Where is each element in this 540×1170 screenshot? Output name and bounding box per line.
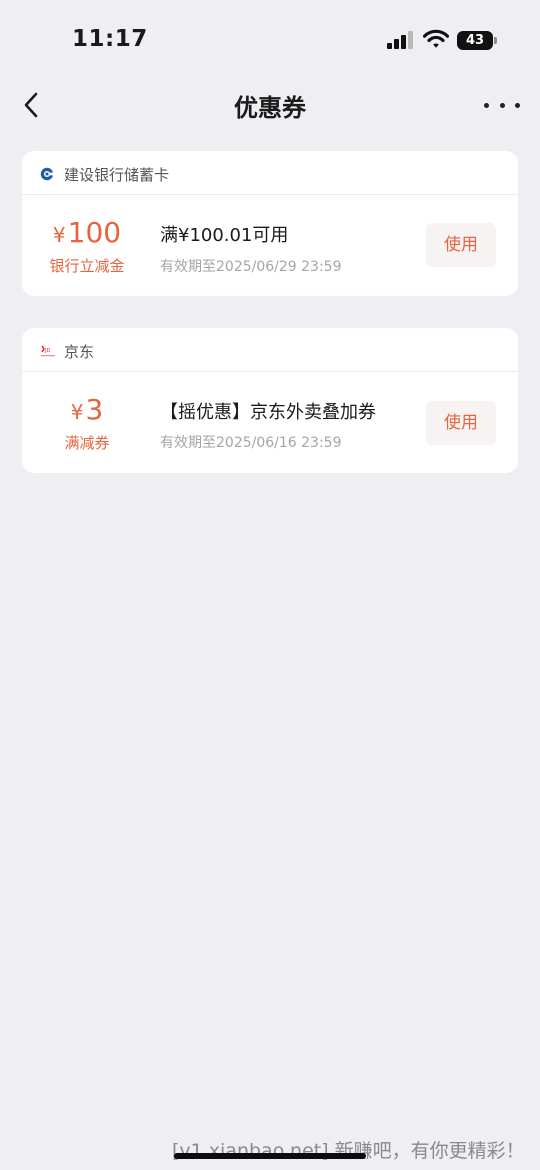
coupon-card-header: JD 京东 xyxy=(22,328,518,372)
coupon-card: 建设银行储蓄卡 ¥100 银行立减金 满¥100.01可用 有效期至2025/0… xyxy=(22,151,518,296)
home-indicator xyxy=(174,1153,366,1159)
coupon-amount: ¥3 xyxy=(38,394,136,428)
coupon-amount-block: ¥100 银行立减金 xyxy=(38,217,136,276)
coupon-type-label: 银行立减金 xyxy=(49,257,125,275)
nav-bar: 优惠券 xyxy=(0,80,540,130)
amount-value: 100 xyxy=(67,216,122,249)
coupon-amount: ¥100 xyxy=(38,217,136,251)
coupon-title: 满¥100.01可用 xyxy=(160,225,289,246)
battery-icon: 43 xyxy=(457,31,497,50)
currency-symbol: ¥ xyxy=(52,223,66,247)
merchant-name: 建设银行储蓄卡 xyxy=(64,166,170,184)
coupon-card: JD 京东 ¥3 满减券 【摇优惠】京东外卖叠加券 有效期至2025/06/16… xyxy=(22,328,518,473)
page-title: 优惠券 xyxy=(234,94,306,122)
more-horizontal-icon xyxy=(484,102,489,108)
svg-text:JD: JD xyxy=(44,348,50,354)
currency-symbol: ¥ xyxy=(70,400,84,424)
battery-level: 43 xyxy=(465,33,485,48)
coupon-expiry: 有效期至2025/06/29 23:59 xyxy=(160,259,342,275)
merchant-name: 京东 xyxy=(64,343,95,361)
more-button[interactable] xyxy=(484,94,520,116)
coupon-type-label: 满减券 xyxy=(64,434,110,452)
coupon-screen: 11:17 43 优惠券 建设银行储蓄卡 ¥100 银行立减金 满¥100.01… xyxy=(0,0,540,1170)
coupon-expiry: 有效期至2025/06/16 23:59 xyxy=(160,435,342,451)
coupon-card-header: 建设银行储蓄卡 xyxy=(22,151,518,195)
coupon-title: 【摇优惠】京东外卖叠加券 xyxy=(160,402,376,423)
status-time: 11:17 xyxy=(72,26,148,52)
status-bar: 11:17 43 xyxy=(0,0,540,80)
wifi-icon xyxy=(422,29,450,49)
amount-value: 3 xyxy=(85,393,104,426)
coupon-amount-block: ¥3 满减券 xyxy=(38,394,136,453)
cellular-signal-icon xyxy=(387,31,415,49)
use-coupon-button[interactable]: 使用 xyxy=(426,401,496,445)
battery-cap xyxy=(494,37,497,44)
use-coupon-button[interactable]: 使用 xyxy=(426,223,496,267)
jd-logo-icon: JD xyxy=(40,343,55,357)
ccb-bank-logo-icon xyxy=(40,166,54,181)
